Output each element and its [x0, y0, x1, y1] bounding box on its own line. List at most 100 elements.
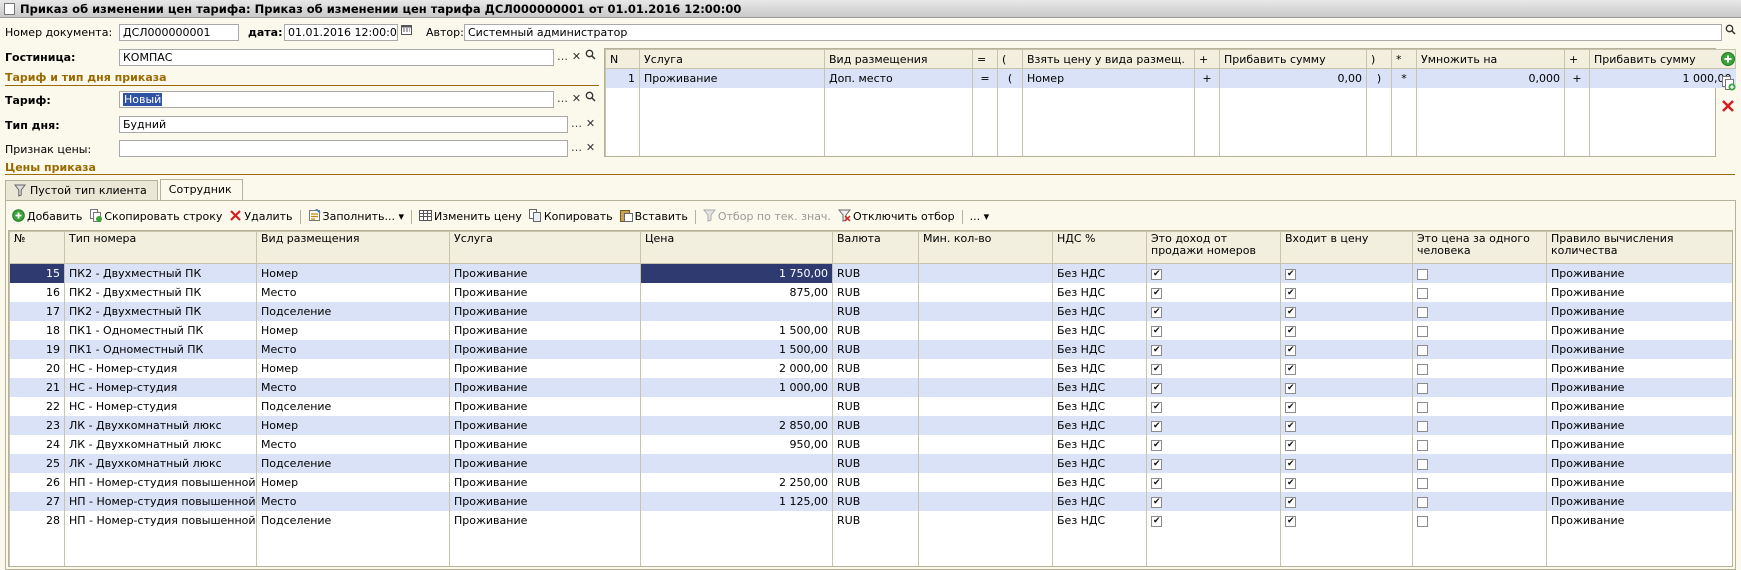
checkbox-cell[interactable]	[1280, 263, 1413, 283]
checkbox-cell[interactable]	[1412, 397, 1547, 416]
cell-rule[interactable]: Проживание	[1546, 511, 1732, 530]
column-header[interactable]: Цена	[640, 231, 833, 264]
table-row[interactable]: 21 НС - Номер-студия Место Проживание 1 000,…	[9, 378, 1732, 397]
clear-icon[interactable]: ✕	[583, 140, 598, 157]
cell-cur[interactable]: RUB	[832, 435, 919, 454]
checkbox-cell[interactable]	[1146, 511, 1281, 530]
cell-vat[interactable]: Без НДС	[1052, 435, 1147, 454]
cell-rule[interactable]: Проживание	[1546, 454, 1732, 473]
cell-place[interactable]: Номер	[256, 359, 450, 378]
column-header[interactable]: )	[1366, 49, 1392, 69]
cell-rule[interactable]: Проживание	[1546, 416, 1732, 435]
column-header[interactable]: (	[997, 49, 1023, 69]
checkbox-cell[interactable]	[1412, 283, 1547, 302]
checkbox-cell[interactable]	[1280, 302, 1413, 321]
copy-button[interactable]: Копировать	[528, 207, 613, 227]
checkbox-cell[interactable]	[1412, 511, 1547, 530]
checkbox-cell[interactable]	[1146, 263, 1281, 283]
cell-cur[interactable]: RUB	[832, 340, 919, 359]
checkbox-checked[interactable]	[1285, 325, 1296, 337]
checkbox-unchecked[interactable]	[1417, 420, 1428, 432]
cell-place[interactable]: Место	[256, 283, 450, 302]
calendar-icon[interactable]	[399, 24, 414, 41]
delete-button[interactable]: Удалить	[229, 207, 293, 227]
cell-min[interactable]	[918, 454, 1053, 473]
checkbox-checked[interactable]	[1285, 515, 1296, 527]
cell-service[interactable]: Проживание	[449, 435, 641, 454]
filter-by-value-button[interactable]: Отбор по тек. знач.	[702, 207, 831, 227]
cell-room[interactable]: НП - Номер-студия повышенной к...	[64, 511, 257, 530]
checkbox-checked[interactable]	[1151, 268, 1162, 280]
checkbox-cell[interactable]	[1146, 321, 1281, 340]
checkbox-cell[interactable]	[1146, 397, 1281, 416]
checkbox-checked[interactable]	[1151, 477, 1162, 489]
cell-service[interactable]: Проживание	[449, 321, 641, 340]
cell-price[interactable]: 1 500,00	[640, 340, 833, 359]
cell-vat[interactable]: Без НДС	[1052, 416, 1147, 435]
table-row[interactable]: 23 ЛК - Двухкомнатный люкс Номер Проживание…	[9, 416, 1732, 435]
checkbox-checked[interactable]	[1285, 287, 1296, 299]
cell-price[interactable]: 2 850,00	[640, 416, 833, 435]
checkbox-cell[interactable]	[1280, 378, 1413, 397]
clear-icon[interactable]: ✕	[569, 91, 584, 108]
cell-place[interactable]: Место	[256, 435, 450, 454]
column-header[interactable]: Вид размещения	[824, 49, 973, 69]
cell-min[interactable]	[918, 492, 1053, 511]
checkbox-checked[interactable]	[1151, 363, 1162, 375]
cell-room[interactable]: ЛК - Двухкомнатный люкс	[64, 435, 257, 454]
column-header[interactable]: Правило вычисления количества	[1546, 231, 1732, 264]
checkbox-cell[interactable]	[1280, 473, 1413, 492]
cell-price[interactable]: 1 750,00	[640, 263, 833, 283]
cell[interactable]: 0,000	[1416, 68, 1565, 88]
cell-rule[interactable]: Проживание	[1546, 397, 1732, 416]
cell-vat[interactable]: Без НДС	[1052, 492, 1147, 511]
cell-place[interactable]: Место	[256, 492, 450, 511]
checkbox-unchecked[interactable]	[1417, 458, 1428, 470]
cell-room[interactable]: НП - Номер-студия повышенной к...	[64, 473, 257, 492]
clear-icon[interactable]: ✕	[569, 49, 584, 66]
cell-n[interactable]: 26	[9, 473, 65, 492]
cell-n[interactable]: 25	[9, 454, 65, 473]
cell-room[interactable]: ЛК - Двухкомнатный люкс	[64, 454, 257, 473]
cell-n[interactable]: 15	[9, 263, 65, 283]
cell[interactable]: 0,00	[1219, 68, 1367, 88]
checkbox-unchecked[interactable]	[1417, 268, 1428, 280]
checkbox-cell[interactable]	[1146, 473, 1281, 492]
cell-place[interactable]: Подселение	[256, 454, 450, 473]
cell-service[interactable]: Проживание	[449, 359, 641, 378]
search-icon[interactable]	[583, 91, 598, 108]
column-header[interactable]: Это доход от продажи номеров	[1146, 231, 1281, 264]
checkbox-cell[interactable]	[1412, 454, 1547, 473]
add-row-icon[interactable]	[1720, 51, 1736, 67]
select-icon[interactable]: …	[555, 49, 570, 66]
checkbox-unchecked[interactable]	[1417, 306, 1428, 318]
cell[interactable]: +	[1564, 68, 1590, 88]
more-actions-button[interactable]: ... ▾	[970, 207, 990, 227]
checkbox-cell[interactable]	[1280, 492, 1413, 511]
cell-min[interactable]	[918, 397, 1053, 416]
checkbox-checked[interactable]	[1285, 420, 1296, 432]
cell-price[interactable]	[640, 302, 833, 321]
cell-room[interactable]: ЛК - Двухкомнатный люкс	[64, 416, 257, 435]
checkbox-cell[interactable]	[1412, 263, 1547, 283]
cell-vat[interactable]: Без НДС	[1052, 340, 1147, 359]
cell-min[interactable]	[918, 511, 1053, 530]
cell-n[interactable]: 19	[9, 340, 65, 359]
cell-cur[interactable]: RUB	[832, 454, 919, 473]
cell-min[interactable]	[918, 416, 1053, 435]
change-price-button[interactable]: Изменить цену	[419, 207, 522, 227]
checkbox-unchecked[interactable]	[1417, 477, 1428, 489]
checkbox-checked[interactable]	[1285, 439, 1296, 451]
column-header[interactable]: Вид размещения	[256, 231, 450, 264]
cell[interactable]: +	[1194, 68, 1220, 88]
checkbox-checked[interactable]	[1285, 344, 1296, 356]
cell-price[interactable]	[640, 397, 833, 416]
cell-room[interactable]: ПК1 - Одноместный ПК	[64, 321, 257, 340]
cell-place[interactable]: Подселение	[256, 397, 450, 416]
checkbox-cell[interactable]	[1146, 416, 1281, 435]
cell-vat[interactable]: Без НДС	[1052, 378, 1147, 397]
table-row[interactable]: 15 ПК2 - Двухместный ПК Номер Проживание 1 7…	[9, 263, 1732, 283]
column-header[interactable]: Прибавить сумму	[1219, 49, 1367, 69]
checkbox-checked[interactable]	[1285, 458, 1296, 470]
cell-place[interactable]: Место	[256, 378, 450, 397]
